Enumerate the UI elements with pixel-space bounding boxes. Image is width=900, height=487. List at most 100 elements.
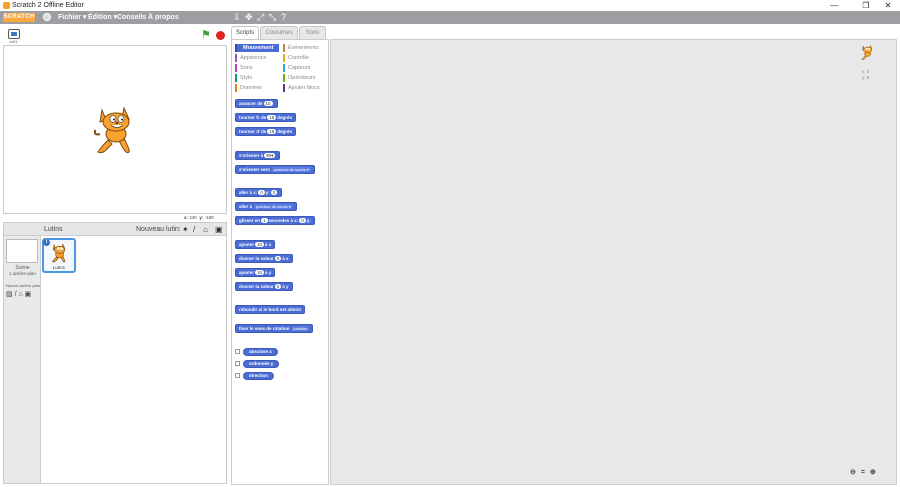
category-events[interactable]: Événements — [283, 44, 319, 52]
category-color-bar — [283, 44, 285, 52]
zoom-in-icon[interactable]: ⊕ — [870, 469, 876, 476]
block-change-y[interactable]: ajouter 10 à y — [235, 268, 276, 277]
block-turn-right[interactable]: tourner ↻ de 15 degrés — [235, 113, 297, 122]
tab-sounds[interactable]: Sons — [299, 26, 326, 39]
block-set-y[interactable]: donner la valeur 0 à y — [235, 282, 293, 291]
new-sprite-label: Nouveau lutin: — [136, 226, 181, 233]
paint-new-sprite-icon[interactable]: / — [193, 225, 195, 234]
sprite-y-readout: y: 0 — [862, 75, 870, 80]
menu-bar: SCRATCH Fichier ▾ Édition ▾ Conseils À p… — [0, 11, 900, 24]
sprite-tile[interactable]: i Lutin1 — [42, 238, 76, 273]
block-palette: Mouvement Apparence Sons Stylo Données É… — [231, 39, 329, 485]
close-button[interactable]: ✕ — [877, 0, 899, 11]
new-backdrop-label: Nouvel arrière-plan — [6, 283, 41, 288]
block-point-in-direction[interactable]: s'orienter à 90▾ — [235, 151, 281, 160]
paint-backdrop-icon[interactable]: / — [15, 291, 17, 298]
block-glide[interactable]: glisser en 1 secondes à x: 0 y: — [235, 216, 315, 225]
category-operators[interactable]: Opérateurs — [283, 74, 316, 82]
green-flag-icon[interactable]: ⚑ — [201, 30, 211, 41]
sprite-name: Lutin1 — [52, 265, 66, 270]
category-data[interactable]: Données — [235, 84, 262, 92]
delete-tool-icon[interactable]: ✥ — [245, 12, 253, 23]
sprites-pane: Lutins Nouveau lutin: ✦ / ⌂ ▣ Scène 1 ar… — [3, 222, 227, 484]
category-motion[interactable]: Mouvement — [235, 44, 279, 52]
scratch-logo[interactable]: SCRATCH — [3, 13, 35, 22]
grow-tool-icon[interactable]: ⤢ — [257, 12, 264, 23]
app-icon — [3, 2, 10, 9]
checkbox-direction[interactable] — [235, 373, 240, 378]
stop-button[interactable] — [216, 31, 225, 40]
script-area[interactable]: x: 0 y: 0 ⊖ = ⊕ — [330, 39, 897, 485]
stage-thumbnail[interactable] — [6, 239, 38, 263]
version-label: v461 — [9, 39, 18, 44]
category-more-blocks[interactable]: Ajouter blocs — [283, 84, 320, 92]
zoom-reset-button[interactable]: = — [861, 469, 865, 476]
camera-backdrop-icon[interactable]: ▣ — [25, 291, 32, 298]
tab-costumes[interactable]: Costumes — [260, 26, 298, 39]
block-go-to-xy[interactable]: aller à x: 0 y: 0 — [235, 188, 283, 197]
checkbox-y-position[interactable] — [235, 361, 240, 366]
shrink-tool-icon[interactable]: ⤡ — [269, 12, 276, 23]
menu-edit[interactable]: Édition ▾ — [88, 13, 117, 22]
stage[interactable] — [3, 45, 227, 214]
category-color-bar — [235, 54, 237, 62]
category-color-bar — [235, 44, 237, 52]
duplicate-tool-icon[interactable]: ⇩ — [233, 12, 241, 23]
minimize-button[interactable]: — — [823, 0, 845, 11]
block-point-towards[interactable]: s'orienter vers pointeur de souris ▾ — [235, 165, 315, 174]
mouse-y-value: -180 — [204, 215, 214, 220]
category-color-bar — [283, 64, 285, 72]
menu-file[interactable]: Fichier ▾ — [58, 13, 86, 22]
mouse-coordinates: x: 240 y: -180 — [184, 215, 214, 220]
new-backdrop-tools: ▨ / ⌂ ▣ — [6, 291, 31, 299]
menu-about[interactable]: À propos — [148, 13, 179, 22]
mouse-x-label: x: — [184, 215, 189, 220]
reporter-y-position[interactable]: ordonnée y — [243, 360, 280, 368]
mouse-y-label: y: — [199, 215, 204, 220]
category-color-bar — [235, 64, 237, 72]
menu-tips[interactable]: Conseils — [117, 13, 146, 22]
block-set-x[interactable]: donner la valeur 0 à x — [235, 254, 293, 263]
category-color-bar — [235, 74, 237, 82]
zoom-out-icon[interactable]: ⊖ — [850, 469, 856, 476]
category-color-bar — [283, 74, 285, 82]
category-color-bar — [283, 84, 285, 92]
mouse-x-value: 240 — [189, 215, 197, 220]
reporter-x-position[interactable]: abscisse x — [243, 348, 278, 356]
sprites-title: Lutins — [44, 226, 63, 233]
backdrop-library-icon[interactable]: ▨ — [6, 291, 13, 298]
category-control[interactable]: Contrôle — [283, 54, 309, 62]
title-bar: Scratch 2 Offline Editor — ❐ ✕ — [0, 0, 900, 11]
category-looks[interactable]: Apparence — [235, 54, 267, 62]
block-change-x[interactable]: ajouter 10 à x — [235, 240, 276, 249]
cat-sprite-thumbnail-icon — [51, 243, 66, 263]
presentation-mode-button[interactable] — [8, 29, 20, 39]
stage-header: v461 ⚑ — [3, 27, 227, 45]
category-sensing[interactable]: Capteurs — [283, 64, 310, 72]
category-sound[interactable]: Sons — [235, 64, 253, 72]
category-pen[interactable]: Stylo — [235, 74, 252, 82]
camera-sprite-icon[interactable]: ▣ — [215, 225, 223, 234]
category-color-bar — [283, 54, 285, 62]
cat-sprite-on-stage[interactable] — [92, 104, 142, 156]
sprite-x-readout: x: 0 — [862, 69, 870, 74]
upload-sprite-icon[interactable]: ⌂ — [203, 225, 208, 234]
choose-sprite-library-icon[interactable]: ✦ — [182, 225, 189, 234]
checkbox-x-position[interactable] — [235, 349, 240, 354]
upload-backdrop-icon[interactable]: ⌂ — [18, 291, 22, 298]
sprite-info-button[interactable]: i — [43, 239, 50, 246]
reporter-direction[interactable]: direction — [243, 372, 275, 380]
block-set-rotation-style[interactable]: fixer le sens de rotation position — [235, 324, 314, 333]
help-tool-icon[interactable]: ? — [281, 12, 286, 23]
language-globe-icon[interactable] — [43, 13, 51, 21]
maximize-button[interactable]: ❐ — [855, 0, 877, 11]
sprites-header: Lutins Nouveau lutin: ✦ / ⌂ ▣ — [4, 223, 226, 236]
tab-scripts[interactable]: Scripts — [231, 26, 259, 39]
block-turn-left[interactable]: tourner ↺ de 15 degrés — [235, 127, 297, 136]
backdrop-count: 1 arrière-plan — [9, 271, 36, 276]
block-bounce-on-edge[interactable]: rebondir si le bord est atteint — [235, 305, 306, 314]
block-go-to[interactable]: aller à pointeur de souris ▾ — [235, 202, 297, 211]
block-move-steps[interactable]: avancer de 10 — [235, 99, 278, 108]
category-color-bar — [235, 84, 237, 92]
zoom-controls: ⊖ = ⊕ — [850, 468, 879, 476]
